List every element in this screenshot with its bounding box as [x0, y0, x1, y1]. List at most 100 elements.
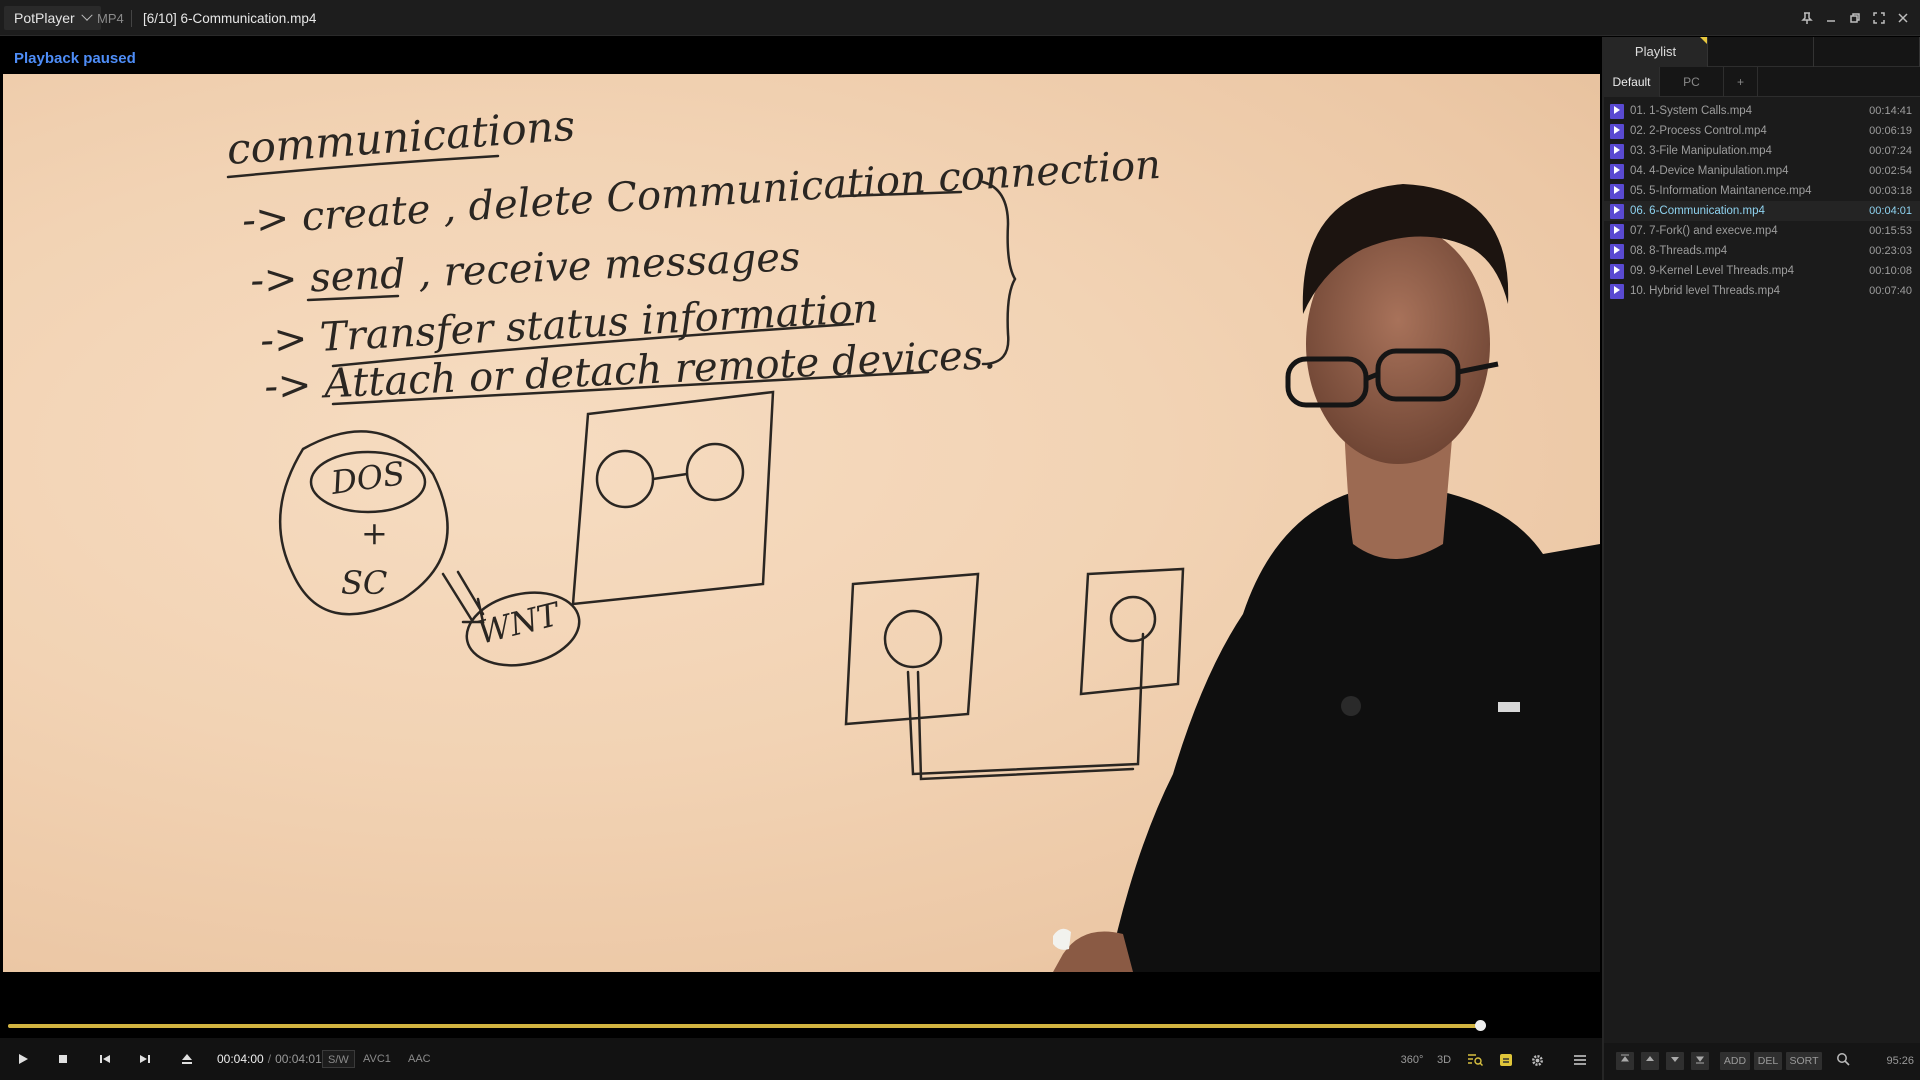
whiteboard-drawing: communications -> create , delete Commun… [225, 101, 1600, 972]
video-file-icon [1610, 143, 1624, 159]
tab-empty-1[interactable] [1708, 37, 1814, 67]
video-codec-badge[interactable]: AVC1 [358, 1050, 396, 1068]
playlist-item[interactable]: 09. 9-Kernel Level Threads.mp4 00:10:08 [1604, 261, 1920, 281]
move-up-icon[interactable] [1641, 1052, 1659, 1070]
subtitle-icon[interactable] [1494, 1049, 1518, 1071]
seek-handle[interactable] [1475, 1020, 1487, 1031]
restore-icon[interactable] [1846, 6, 1864, 30]
playlist-item[interactable]: 10. Hybrid level Threads.mp4 00:07:40 [1604, 281, 1920, 301]
video-file-icon [1610, 203, 1624, 219]
window-title: [6/10] 6-Communication.mp4 [143, 11, 317, 26]
video-file-icon [1610, 123, 1624, 139]
current-time: 00:04:00 [217, 1052, 264, 1066]
playlist-item[interactable]: 07. 7-Fork() and execve.mp4 00:15:53 [1604, 221, 1920, 241]
pin-icon[interactable] [1798, 6, 1816, 30]
minimize-icon[interactable] [1822, 6, 1840, 30]
playlist-item-duration: 00:06:19 [1869, 125, 1912, 137]
playlist-item-duration: 00:02:54 [1869, 165, 1912, 177]
menu-icon[interactable] [1568, 1049, 1592, 1071]
audio-codec-badge[interactable]: AAC [403, 1050, 436, 1068]
video-frame[interactable]: communications -> create , delete Commun… [3, 74, 1600, 972]
playlist-item-name: 09. 9-Kernel Level Threads.mp4 [1630, 265, 1795, 277]
previous-icon[interactable] [92, 1046, 118, 1072]
playlist-item-name: 04. 4-Device Manipulation.mp4 [1630, 165, 1789, 177]
video-file-icon [1610, 223, 1624, 239]
playlist-item[interactable]: 05. 5-Information Maintanence.mp4 00:03:1… [1604, 181, 1920, 201]
move-top-icon[interactable] [1616, 1052, 1634, 1070]
playlist-item-duration: 00:07:24 [1869, 145, 1912, 157]
delete-button[interactable]: DEL [1754, 1052, 1782, 1070]
board-label-sc: SC [341, 564, 387, 602]
chevron-down-icon [81, 9, 93, 21]
playlist-total-duration: 95:26 [1886, 1055, 1914, 1067]
playlist-toolbar: ADD DEL SORT 95:26 [1604, 1043, 1920, 1080]
video-file-icon [1610, 163, 1624, 179]
playlist-list: 01. 1-System Calls.mp4 00:14:41 02. 2-Proc… [1604, 101, 1920, 301]
vr-360-button[interactable]: 360° [1400, 1049, 1424, 1071]
playlist-item-name: 03. 3-File Manipulation.mp4 [1630, 145, 1772, 157]
stop-icon[interactable] [50, 1046, 76, 1072]
video-area[interactable]: Playback paused communications -> create… [0, 37, 1602, 1067]
tab-empty-2[interactable] [1814, 37, 1920, 67]
subtab-default[interactable]: Default [1604, 67, 1660, 97]
title-separator [131, 10, 132, 27]
presenter [1053, 184, 1600, 972]
playlist-search-icon[interactable] [1463, 1049, 1487, 1071]
playlist-item-name: 05. 5-Information Maintanence.mp4 [1630, 185, 1812, 197]
time-display[interactable]: 00:04:00/00:04:01 [217, 1052, 322, 1066]
close-icon[interactable] [1894, 6, 1912, 30]
play-icon[interactable] [10, 1046, 36, 1072]
move-bottom-icon[interactable] [1691, 1052, 1709, 1070]
panel-tabs: Playlist [1604, 37, 1920, 67]
tab-playlist[interactable]: Playlist [1604, 37, 1708, 67]
board-label-dos: DOS [328, 454, 407, 502]
window-controls [1798, 6, 1912, 30]
playlist-item-duration: 00:15:53 [1869, 225, 1912, 237]
move-down-icon[interactable] [1666, 1052, 1684, 1070]
control-bar: 00:04:00/00:04:01 S/W AVC1 AAC 360° 3D [0, 1038, 1602, 1080]
playlist-item[interactable]: 04. 4-Device Manipulation.mp4 00:02:54 [1604, 161, 1920, 181]
playlist-item[interactable]: 02. 2-Process Control.mp4 00:06:19 [1604, 121, 1920, 141]
playlist-item-duration: 00:10:08 [1869, 265, 1912, 277]
3d-button[interactable]: 3D [1432, 1049, 1456, 1071]
format-label: MP4 [97, 11, 124, 26]
app-menu-button[interactable]: PotPlayer [4, 6, 101, 30]
sort-button[interactable]: SORT [1786, 1052, 1822, 1070]
subtab-pc[interactable]: PC [1660, 67, 1724, 97]
next-icon[interactable] [132, 1046, 158, 1072]
settings-gear-icon[interactable] [1525, 1049, 1549, 1071]
playlist-item-name: 01. 1-System Calls.mp4 [1630, 105, 1753, 117]
seek-progress [8, 1024, 1481, 1028]
playlist-item-name: 07. 7-Fork() and execve.mp4 [1630, 225, 1778, 237]
playlist-item[interactable]: 06. 6-Communication.mp4 00:04:01 [1604, 201, 1920, 221]
video-file-icon [1610, 263, 1624, 279]
board-label-plus: + [361, 514, 388, 552]
video-file-icon [1610, 283, 1624, 299]
playlist-item-duration: 00:04:01 [1869, 205, 1912, 217]
video-file-icon [1610, 183, 1624, 199]
video-file-icon [1610, 103, 1624, 119]
playlist-item-name: 06. 6-Communication.mp4 [1630, 205, 1765, 217]
title-bar: PotPlayer MP4 [6/10] 6-Communication.mp4 [0, 0, 1920, 36]
playlist-item-name: 10. Hybrid level Threads.mp4 [1630, 285, 1780, 297]
playlist-item[interactable]: 01. 1-System Calls.mp4 00:14:41 [1604, 101, 1920, 121]
app-name: PotPlayer [14, 10, 75, 26]
total-time: 00:04:01 [275, 1052, 322, 1066]
fullscreen-icon[interactable] [1870, 6, 1888, 30]
add-button[interactable]: ADD [1720, 1052, 1750, 1070]
subtab-add[interactable]: + [1724, 67, 1758, 97]
playlist-item[interactable]: 03. 3-File Manipulation.mp4 00:07:24 [1604, 141, 1920, 161]
playlist-item[interactable]: 08. 8-Threads.mp4 00:23:03 [1604, 241, 1920, 261]
playlist-item-duration: 00:03:18 [1869, 185, 1912, 197]
playlist-subtabs: Default PC + [1604, 67, 1920, 97]
playlist-item-name: 02. 2-Process Control.mp4 [1630, 125, 1767, 137]
search-icon[interactable] [1832, 1052, 1854, 1070]
video-file-icon [1610, 243, 1624, 259]
seek-bar[interactable] [8, 1020, 1487, 1031]
osd-message: Playback paused [14, 50, 136, 67]
board-label-wnt: WNT [474, 594, 566, 651]
eject-icon[interactable] [174, 1046, 200, 1072]
decoder-badge[interactable]: S/W [322, 1050, 355, 1068]
playlist-item-name: 08. 8-Threads.mp4 [1630, 245, 1728, 257]
playlist-item-duration: 00:07:40 [1869, 285, 1912, 297]
